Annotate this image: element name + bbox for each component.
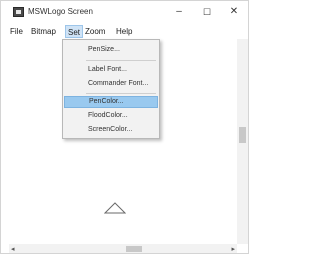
menu-zoom[interactable]: Zoom <box>83 25 107 38</box>
scroll-left-arrow-icon[interactable]: ◂ <box>11 245 15 253</box>
horizontal-scroll-thumb[interactable] <box>126 246 142 252</box>
menu-item-label-font[interactable]: Label Font... <box>64 64 158 76</box>
triangle-turtle-icon <box>104 202 126 214</box>
menu-item-floodcolor[interactable]: FloodColor... <box>64 110 158 122</box>
menu-bar: File Bitmap Set Zoom Help <box>1 25 248 38</box>
scroll-right-arrow-icon[interactable]: ▸ <box>231 245 235 253</box>
menu-help[interactable]: Help <box>114 25 134 38</box>
title-bar[interactable]: MSWLogo Screen – ☐ ✕ <box>1 1 248 23</box>
maximize-button[interactable]: ☐ <box>200 5 214 19</box>
horizontal-scrollbar[interactable]: ◂ ▸ <box>9 244 237 253</box>
menu-file[interactable]: File <box>8 25 25 38</box>
set-menu-dropdown: PenSize... Label Font... Commander Font.… <box>62 39 160 139</box>
menu-item-pencolor[interactable]: PenColor... <box>64 96 158 108</box>
mswlogo-window: MSWLogo Screen – ☐ ✕ File Bitmap Set Zoo… <box>0 0 249 254</box>
vertical-scroll-thumb[interactable] <box>239 127 246 143</box>
window-title: MSWLogo Screen <box>28 7 93 16</box>
menu-item-screencolor[interactable]: ScreenColor... <box>64 124 158 136</box>
menu-bitmap[interactable]: Bitmap <box>29 25 58 38</box>
menu-set[interactable]: Set <box>65 25 84 38</box>
app-icon[interactable] <box>13 7 24 17</box>
menu-separator <box>86 93 156 94</box>
menu-item-commander-font[interactable]: Commander Font... <box>64 78 158 90</box>
menu-separator <box>86 60 156 61</box>
vertical-scrollbar[interactable] <box>237 39 248 244</box>
close-button[interactable]: ✕ <box>227 5 241 19</box>
minimize-button[interactable]: – <box>172 5 186 19</box>
menu-item-pensize[interactable]: PenSize... <box>64 44 158 56</box>
